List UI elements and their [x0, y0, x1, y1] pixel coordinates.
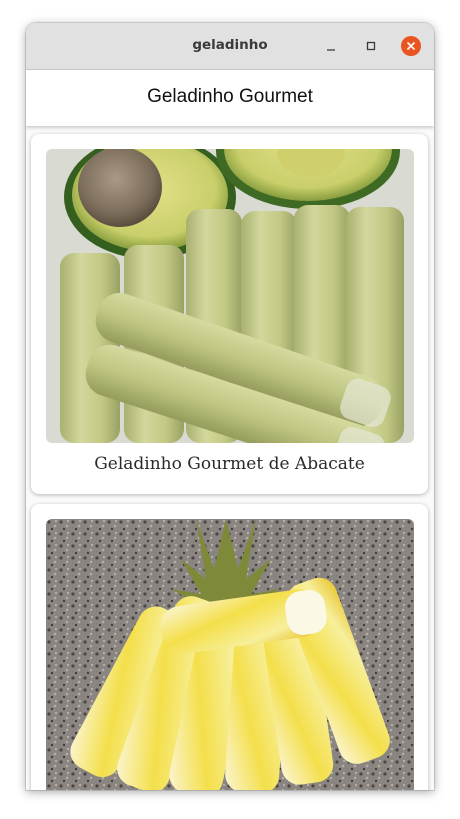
product-card[interactable]: [31, 504, 428, 790]
close-icon: [406, 41, 416, 51]
avocado-geladinho-photo: [46, 149, 414, 443]
close-button[interactable]: [401, 36, 421, 56]
app-bar-title: Geladinho Gourmet: [147, 86, 313, 107]
minimize-icon: [327, 49, 335, 51]
product-card[interactable]: Geladinho Gourmet de Abacate: [31, 134, 428, 494]
window-titlebar[interactable]: geladinho: [26, 23, 434, 70]
product-list[interactable]: Geladinho Gourmet de Abacate: [26, 126, 434, 790]
maximize-button[interactable]: [361, 36, 381, 56]
app-window: geladinho Geladinho Gourmet Geladinho Go…: [26, 23, 434, 790]
app-bar: Geladinho Gourmet: [26, 70, 434, 126]
maximize-icon: [366, 41, 376, 51]
product-name: Geladinho Gourmet de Abacate: [94, 454, 365, 474]
pineapple-geladinho-photo: [46, 519, 414, 790]
minimize-button[interactable]: [321, 36, 341, 56]
